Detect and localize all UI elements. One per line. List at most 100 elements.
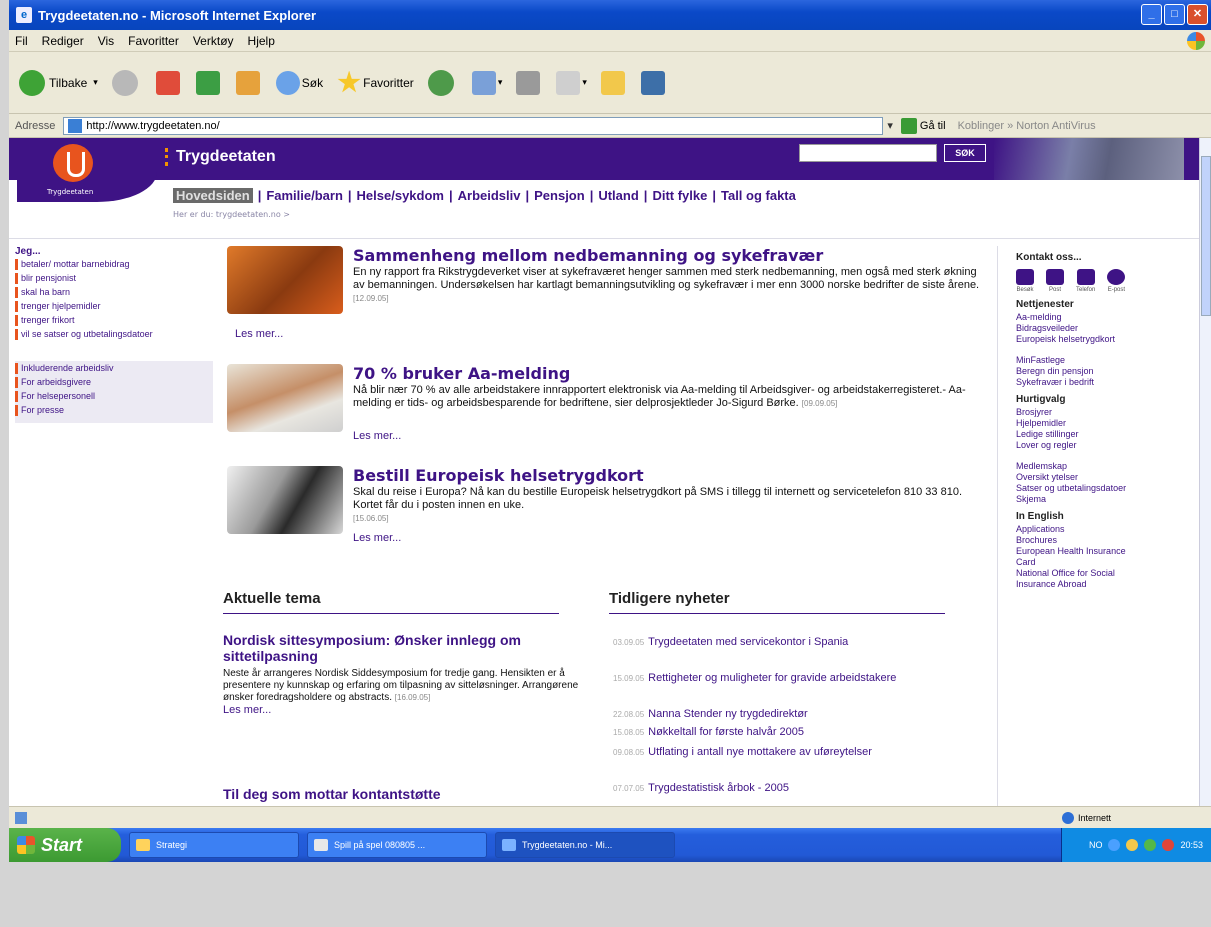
nav-helse-sykdom[interactable]: Helse/sykdom <box>357 188 444 203</box>
left-link-hjelpemidler[interactable]: trenger hjelpemidler <box>15 301 213 312</box>
taskbar: Start Strategi Spill på spel 080805 ... … <box>9 828 1211 862</box>
read-more-link[interactable]: Les mer... <box>223 704 271 716</box>
security-icon[interactable] <box>1144 839 1157 851</box>
news-title[interactable]: 70 % bruker Aa-melding <box>353 364 570 383</box>
history-button[interactable] <box>427 69 458 96</box>
email-contact[interactable]: E-post <box>1107 269 1126 293</box>
right-link[interactable]: Europeisk helsetrygdkort <box>1016 334 1116 345</box>
maximize-button[interactable]: □ <box>1164 4 1185 25</box>
nav-arbeidsliv[interactable]: Arbeidsliv <box>458 188 521 203</box>
read-more-link[interactable]: Les mer... <box>235 328 283 340</box>
left-link-pensjonist[interactable]: blir pensjonist <box>15 273 213 284</box>
logo-emblem-icon <box>53 144 93 182</box>
site-brand[interactable]: Trygdeetaten <box>165 148 276 166</box>
antivirus-icon[interactable] <box>1162 839 1175 851</box>
messenger-button[interactable] <box>640 70 667 95</box>
search-button[interactable]: Søk <box>275 70 323 95</box>
favorites-button[interactable]: Favoritter <box>337 70 414 95</box>
right-link[interactable]: Skjema <box>1016 494 1197 505</box>
right-link[interactable]: Bidragsveileder <box>1016 323 1197 334</box>
visit-contact[interactable]: Besøk <box>1016 269 1034 293</box>
right-link[interactable]: MinFastlege <box>1016 355 1197 366</box>
menu-verktoy[interactable]: Verktøy <box>193 34 234 48</box>
nav-ditt-fylke[interactable]: Ditt fylke <box>652 188 707 203</box>
links-toolbar[interactable]: Koblinger » Norton AntiVirus <box>958 120 1096 132</box>
menu-hjelp[interactable]: Hjelp <box>248 34 275 48</box>
chevron-down-icon[interactable]: ▾ <box>93 77 98 88</box>
nav-familie-barn[interactable]: Familie/barn <box>266 188 343 203</box>
taskbar-item[interactable]: Trygdeetaten.no - Mi... <box>495 832 675 858</box>
nav-tall-og-fakta[interactable]: Tall og fakta <box>721 188 796 203</box>
menu-vis[interactable]: Vis <box>98 34 114 48</box>
start-button[interactable]: Start <box>9 828 121 862</box>
site-search-button[interactable]: SØK <box>944 144 986 162</box>
back-button[interactable]: Tilbake ▾ <box>19 69 98 96</box>
news-title[interactable]: Bestill Europeisk helsetrygdkort <box>353 466 644 485</box>
network-icon[interactable] <box>1108 839 1121 851</box>
address-dropdown-icon[interactable]: ▾ <box>887 119 893 132</box>
language-indicator[interactable]: NO <box>1089 840 1103 850</box>
print-button[interactable] <box>516 70 542 95</box>
aktuelle-title[interactable]: Nordisk sittesymposium: Ønsker innlegg o… <box>223 632 598 664</box>
left-link-arbeidsgivere[interactable]: For arbeidsgivere <box>15 377 213 388</box>
news-title[interactable]: Sammenheng mellom nedbemanning og sykefr… <box>353 246 823 265</box>
right-link[interactable]: Medlemskap <box>1016 461 1197 472</box>
left-link-satser[interactable]: vil se satser og utbetalingsdatoer <box>15 329 213 340</box>
edit-button[interactable]: ▾ <box>556 70 587 95</box>
site-search-input[interactable] <box>799 144 937 162</box>
right-link[interactable]: Brochures <box>1016 535 1197 546</box>
taskbar-item[interactable]: Strategi <box>129 832 299 858</box>
post-contact[interactable]: Post <box>1046 269 1064 293</box>
mail-button[interactable]: ▾ <box>471 70 502 95</box>
go-button[interactable]: Gå til <box>900 117 946 134</box>
menu-fil[interactable]: Fil <box>15 34 28 48</box>
right-link[interactable]: Oversikt ytelser <box>1016 472 1197 483</box>
scrollbar-thumb[interactable] <box>1201 156 1211 316</box>
right-link[interactable]: Ledige stillinger <box>1016 429 1197 440</box>
right-link[interactable]: National Office for Social Insurance Abr… <box>1016 568 1126 590</box>
taskbar-item[interactable]: Spill på spel 080805 ... <box>307 832 487 858</box>
left-link-barnebidrag[interactable]: betaler/ mottar barnebidrag <box>15 259 213 270</box>
earlier-news-item[interactable]: 03.09.05 Trygdeetaten med servicekontor i… <box>613 636 953 649</box>
menu-rediger[interactable]: Rediger <box>42 34 84 48</box>
earlier-news-item[interactable]: 22.08.05 Nanna Stender ny trygdedirektør <box>613 708 953 721</box>
close-button[interactable]: ✕ <box>1187 4 1208 25</box>
right-link[interactable]: Applications <box>1016 524 1197 535</box>
earlier-news-item[interactable]: 07.07.05 Trygdestatistisk årbok - 2005 <box>613 782 953 795</box>
forward-button[interactable] <box>111 69 142 96</box>
right-link[interactable]: Lover og regler <box>1016 440 1197 451</box>
aktuelle-title[interactable]: Til deg som mottar kontantstøtte <box>223 786 598 802</box>
right-link[interactable]: Brosjyrer <box>1016 407 1197 418</box>
earlier-news-item[interactable]: 09.08.05 Utflating i antall nye mottakere… <box>613 746 953 759</box>
right-link[interactable]: Aa-melding <box>1016 312 1197 323</box>
right-link[interactable]: Sykefravær i bedrift <box>1016 377 1197 388</box>
address-input[interactable]: http://www.trygdeetaten.no/ <box>63 116 884 135</box>
home-button[interactable] <box>235 70 262 95</box>
read-more-link[interactable]: Les mer... <box>353 532 401 544</box>
left-link-ia[interactable]: Inkluderende arbeidsliv <box>15 363 213 374</box>
folder-button[interactable] <box>600 70 627 95</box>
left-link-helsepersonell[interactable]: For helsepersonell <box>15 391 213 402</box>
right-link[interactable]: Beregn din pensjon <box>1016 366 1197 377</box>
earlier-news-item[interactable]: 15.09.05 Rettigheter og muligheter for gr… <box>613 672 953 685</box>
right-link[interactable]: Satser og utbetalingsdatoer <box>1016 483 1136 494</box>
left-link-presse[interactable]: For presse <box>15 405 213 416</box>
nav-utland[interactable]: Utland <box>598 188 638 203</box>
volume-icon[interactable] <box>1126 839 1139 851</box>
phone-contact[interactable]: Telefon <box>1076 269 1095 293</box>
left-link-frikort[interactable]: trenger frikort <box>15 315 213 326</box>
right-link[interactable]: European Health Insurance Card <box>1016 546 1126 568</box>
right-link[interactable]: Hjelpemidler <box>1016 418 1197 429</box>
stop-button[interactable] <box>155 70 182 95</box>
earlier-news-item[interactable]: 15.08.05 Nøkkeltall for første halvår 200… <box>613 726 953 739</box>
nav-pensjon[interactable]: Pensjon <box>534 188 585 203</box>
site-logo[interactable]: Trygdeetaten <box>17 140 157 202</box>
left-link-barn[interactable]: skal ha barn <box>15 287 213 298</box>
vertical-scrollbar[interactable] <box>1199 138 1211 806</box>
minimize-button[interactable]: _ <box>1141 4 1162 25</box>
menu-favoritter[interactable]: Favoritter <box>128 34 179 48</box>
read-more-link[interactable]: Les mer... <box>353 430 401 442</box>
refresh-button[interactable] <box>195 70 222 95</box>
nav-hovedsiden[interactable]: Hovedsiden <box>173 188 253 203</box>
window-title-bar[interactable]: e Trygdeetaten.no - Microsoft Internet E… <box>9 0 1211 30</box>
